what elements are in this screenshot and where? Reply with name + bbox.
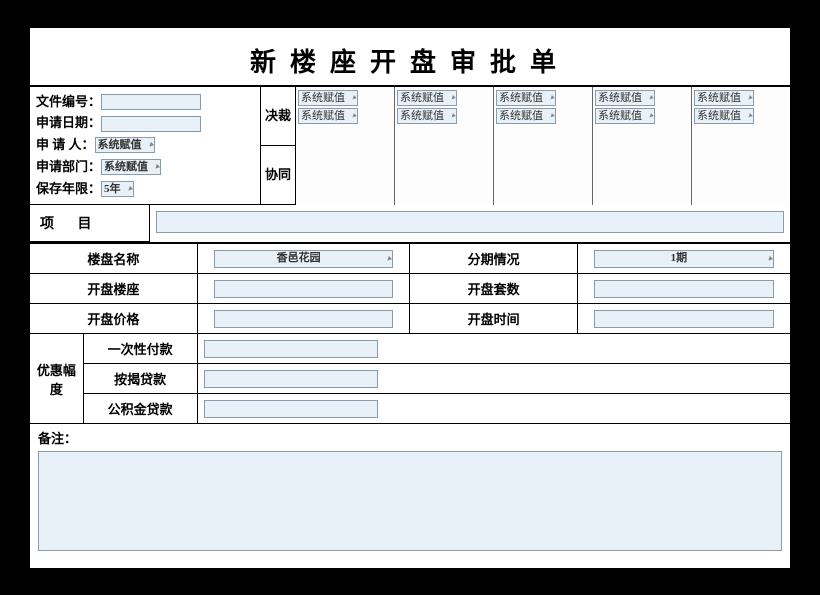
apply-date-input[interactable] [101, 116, 201, 132]
approver-cell [296, 146, 394, 205]
dept-input[interactable]: 系统赋值 [101, 159, 161, 175]
units-label: 开盘套数 [410, 274, 577, 304]
remarks-label: 备注： [38, 431, 77, 446]
approver-cell: 系统赋值 系统赋值 [296, 87, 394, 146]
approver-input[interactable]: 系统赋值 [496, 108, 556, 124]
project-label: 项 目 [30, 205, 150, 242]
approver-cell [691, 146, 790, 205]
approver-input[interactable]: 系统赋值 [298, 108, 358, 124]
approver-cell: 系统赋值 系统赋值 [592, 87, 691, 146]
approver-input[interactable]: 系统赋值 [694, 108, 754, 124]
retain-input[interactable]: 5年 [101, 181, 134, 197]
time-input[interactable] [594, 310, 774, 328]
applicant-label: 申 请 人： [36, 135, 95, 156]
approver-input[interactable]: 系统赋值 [595, 108, 655, 124]
approver-input[interactable]: 系统赋值 [397, 108, 457, 124]
estate-name-label: 楼盘名称 [30, 244, 197, 274]
approver-input[interactable]: 系统赋值 [694, 90, 754, 106]
approver-row-1: 系统赋值 系统赋值 系统赋值 系统赋值 系统赋值 系统赋值 系统赋值 系统赋值 … [296, 87, 790, 146]
discount-label: 优惠幅度 [30, 334, 83, 424]
vcol-decision: 决裁 [261, 87, 295, 147]
bldg-label: 开盘楼座 [30, 274, 197, 304]
approver-row-2 [296, 146, 790, 205]
apply-date-label: 申请日期： [36, 113, 101, 134]
units-input[interactable] [594, 280, 774, 298]
vcol: 决裁 协同 [260, 87, 296, 205]
file-no-label: 文件编号： [36, 92, 101, 113]
main-grid: 楼盘名称 香邑花园 分期情况 1期 开盘楼座 开盘套数 开盘价格 开盘时间 优惠… [30, 243, 790, 424]
bldg-input[interactable] [214, 280, 394, 298]
approver-input[interactable]: 系统赋值 [496, 90, 556, 106]
approver-cell [493, 146, 592, 205]
approvers-grid: 系统赋值 系统赋值 系统赋值 系统赋值 系统赋值 系统赋值 系统赋值 系统赋值 … [296, 87, 790, 205]
mortgage-label: 按揭贷款 [83, 364, 197, 394]
mortgage-input[interactable] [204, 370, 378, 388]
approver-input[interactable]: 系统赋值 [595, 90, 655, 106]
retain-label: 保存年限： [36, 179, 101, 200]
phase-label: 分期情况 [410, 244, 577, 274]
price-label: 开盘价格 [30, 304, 197, 334]
vcol-cooperate: 协同 [261, 146, 295, 205]
file-no-input[interactable] [101, 94, 201, 110]
payonce-label: 一次性付款 [83, 334, 197, 364]
approver-cell: 系统赋值 系统赋值 [691, 87, 790, 146]
fund-label: 公积金贷款 [83, 394, 197, 424]
project-input[interactable] [156, 211, 784, 233]
approver-cell: 系统赋值 系统赋值 [394, 87, 493, 146]
remarks-input[interactable] [38, 451, 782, 551]
approver-cell: 系统赋值 系统赋值 [493, 87, 592, 146]
time-label: 开盘时间 [410, 304, 577, 334]
approver-cell [394, 146, 493, 205]
remarks-section: 备注： [30, 424, 790, 551]
project-row: 项 目 [30, 205, 790, 243]
left-info: 文件编号： 申请日期： 申 请 人：系统赋值 申请部门：系统赋值 保存年限：5年 [30, 87, 260, 205]
approver-cell [592, 146, 691, 205]
dept-label: 申请部门： [36, 157, 101, 178]
approver-input[interactable]: 系统赋值 [397, 90, 457, 106]
header-row: 文件编号： 申请日期： 申 请 人：系统赋值 申请部门：系统赋值 保存年限：5年… [30, 85, 790, 206]
approval-form: 新楼座开盘审批单 文件编号： 申请日期： 申 请 人：系统赋值 申请部门：系统赋… [30, 28, 790, 568]
payonce-input[interactable] [204, 340, 378, 358]
price-input[interactable] [214, 310, 394, 328]
estate-name-input[interactable]: 香邑花园 [214, 250, 394, 268]
approver-input[interactable]: 系统赋值 [298, 90, 358, 106]
form-title: 新楼座开盘审批单 [30, 28, 790, 85]
fund-input[interactable] [204, 400, 378, 418]
phase-input[interactable]: 1期 [594, 250, 774, 268]
applicant-input[interactable]: 系统赋值 [95, 137, 155, 153]
